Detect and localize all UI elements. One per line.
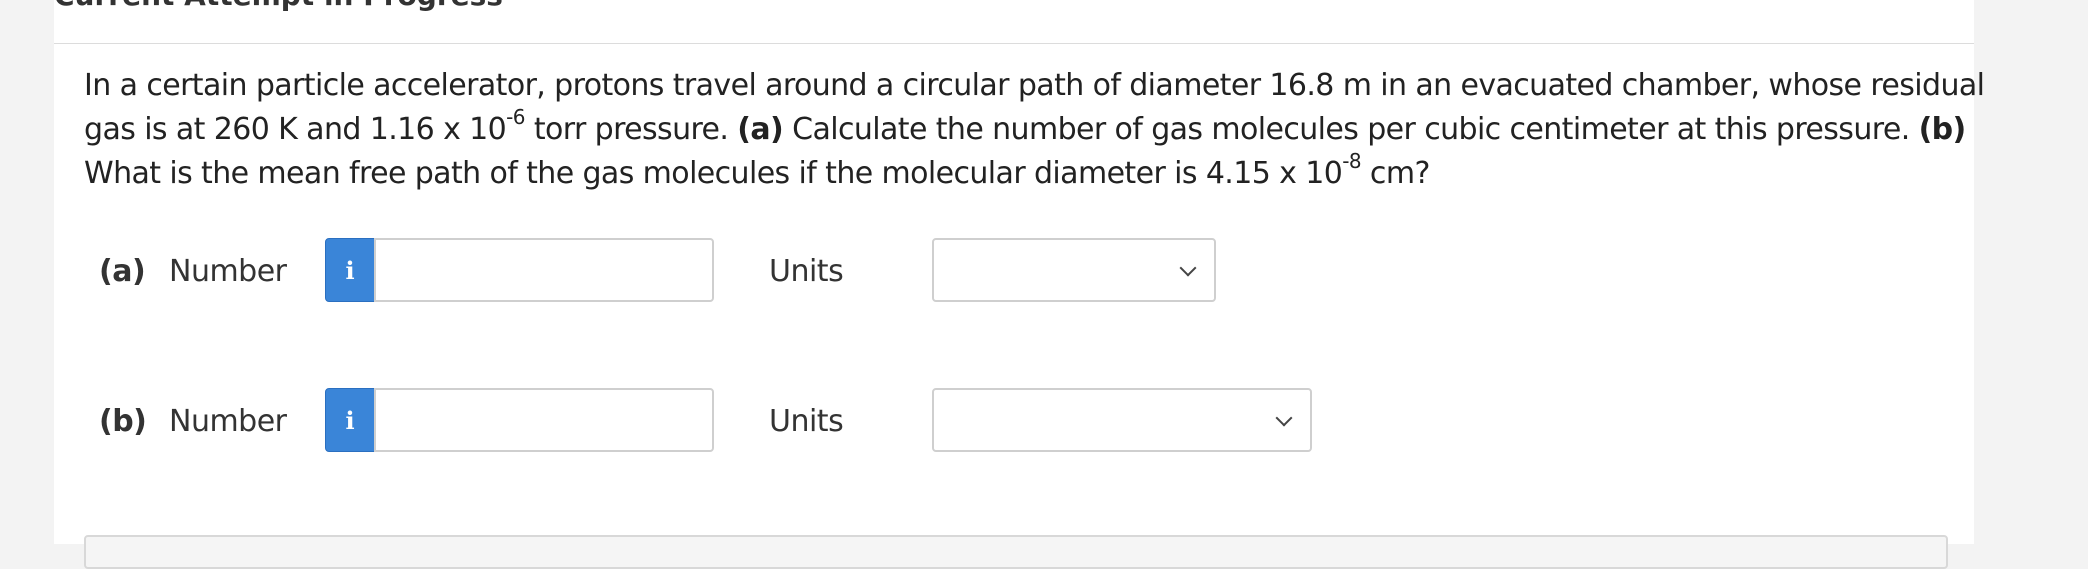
units-select-b[interactable] <box>932 388 1312 452</box>
page-heading: Current Attempt in Progress <box>54 0 503 14</box>
question-text: In a certain particle accelerator, proto… <box>84 64 1994 196</box>
info-icon: i <box>345 255 355 285</box>
exponent-1: -6 <box>506 105 525 129</box>
chevron-down-icon <box>1275 409 1293 427</box>
number-label-b: Number <box>169 404 287 439</box>
question-text-part-2: torr pressure. <box>524 112 738 147</box>
number-label-a: Number <box>169 254 287 289</box>
part-a-marker: (a) <box>737 112 784 147</box>
number-input-b[interactable] <box>374 388 714 452</box>
question-text-part-4: What is the mean free path of the gas mo… <box>84 156 1343 191</box>
part-b-marker: (b) <box>1918 112 1967 147</box>
part-label-b: (b) <box>99 404 147 439</box>
units-label-b: Units <box>769 404 844 439</box>
info-button-a[interactable]: i <box>325 238 375 302</box>
part-label-a: (a) <box>99 254 146 289</box>
exponent-2: -8 <box>1342 149 1361 173</box>
units-select-a[interactable] <box>932 238 1216 302</box>
heading-divider <box>54 43 1974 44</box>
question-card: Current Attempt in Progress In a certain… <box>54 0 1985 569</box>
question-text-part-3: Calculate the number of gas molecules pe… <box>783 112 1919 147</box>
info-button-b[interactable]: i <box>325 388 375 452</box>
question-text-part-5: cm? <box>1360 156 1430 191</box>
info-icon: i <box>345 405 355 435</box>
units-label-a: Units <box>769 254 844 289</box>
chevron-down-icon <box>1179 259 1197 277</box>
next-section-box <box>84 535 1948 569</box>
number-input-a[interactable] <box>374 238 714 302</box>
